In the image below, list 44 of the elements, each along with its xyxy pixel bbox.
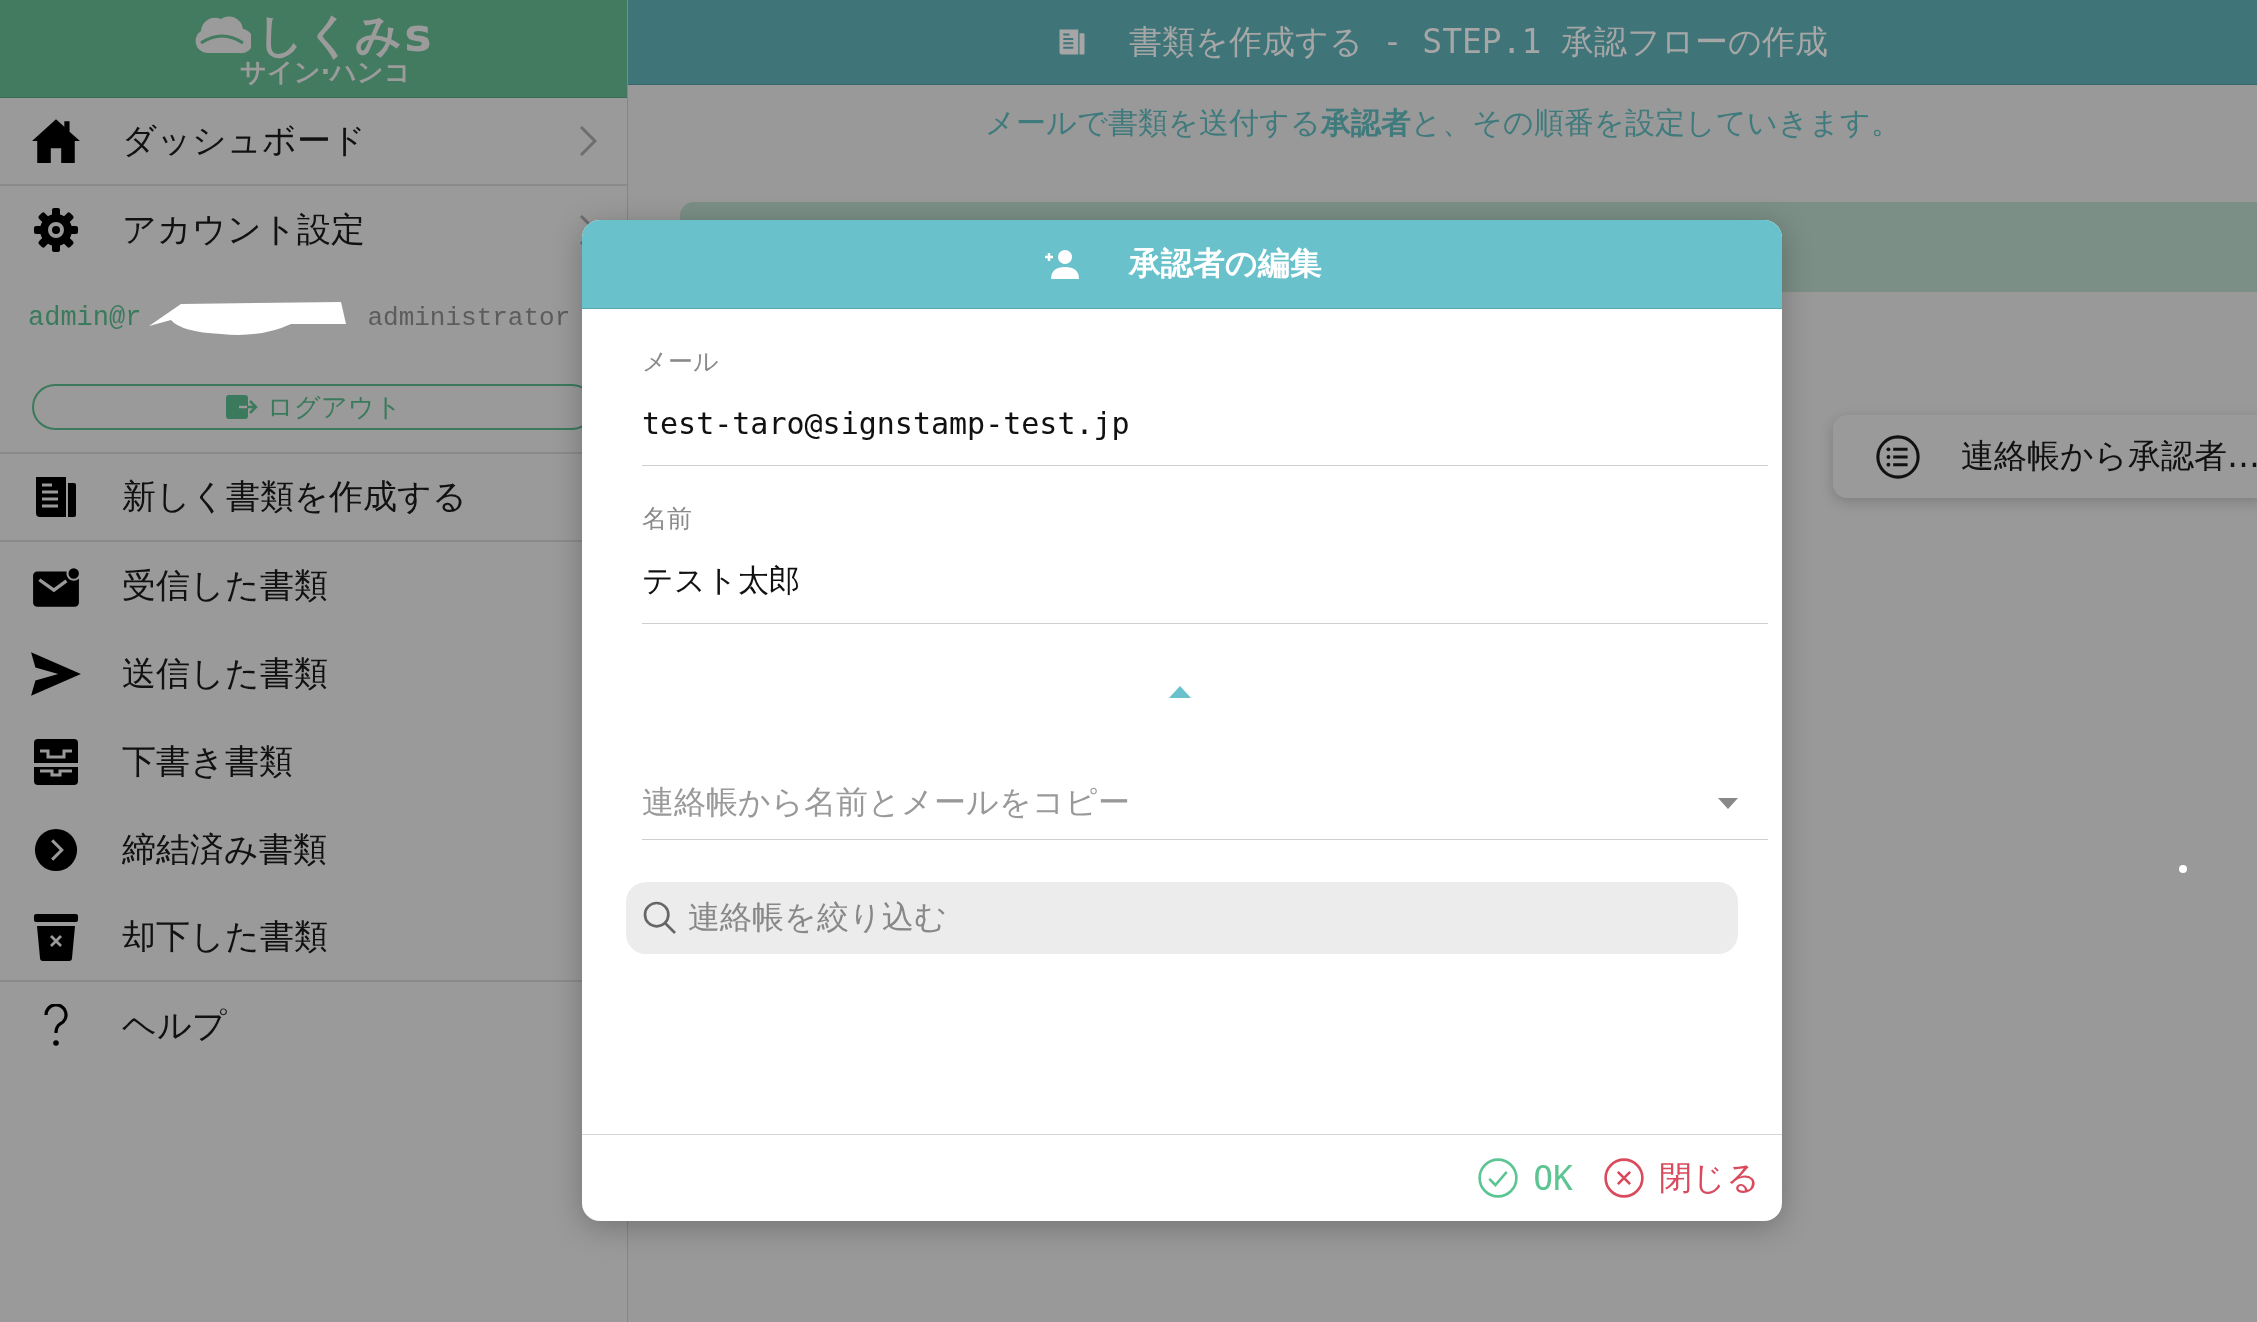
menu-label: 送信した書類 xyxy=(122,652,329,695)
send-icon xyxy=(30,651,82,697)
menu-label: アカウント設定 xyxy=(122,208,366,251)
user-role: administrator xyxy=(367,303,571,333)
menu-item[interactable]: 締結済み書類 xyxy=(0,806,627,894)
menu-label: 締結済み書類 xyxy=(122,828,328,871)
menu-label: ダッシュボード xyxy=(122,119,367,162)
menu-label: 下書き書類 xyxy=(122,740,294,783)
menu-item[interactable]: 送信した書類 xyxy=(0,630,627,718)
help-icon xyxy=(41,1004,71,1048)
close-button[interactable]: 閉じる xyxy=(1603,1155,1760,1201)
indicator-dot xyxy=(2179,865,2187,873)
menu-item[interactable]: ヘルプ xyxy=(0,982,627,1070)
dialog-title: 承認者の編集 xyxy=(1128,243,1322,284)
add-user-icon xyxy=(1042,249,1079,279)
home-icon xyxy=(31,117,81,165)
input-field[interactable]: テスト太郎 xyxy=(642,563,1768,599)
inbox-tray-icon xyxy=(32,737,80,787)
logo-title: しくみs xyxy=(257,11,434,58)
field-label: メール xyxy=(642,346,720,378)
menu-label: ヘルプ xyxy=(122,1004,228,1047)
logout-icon xyxy=(225,394,259,420)
list-icon xyxy=(1875,433,1921,480)
caret-down-icon xyxy=(1718,797,1738,809)
collapse-toggle[interactable] xyxy=(1169,686,1191,701)
menu-label: 却下した書類 xyxy=(122,915,329,958)
contact-book-button[interactable]: 連絡帳から承認者… xyxy=(1833,415,2257,498)
input-field[interactable]: test-taro@signstamp-test.jp xyxy=(642,406,1768,441)
menu-label: 新しく書類を作成する xyxy=(122,475,468,518)
menu-item[interactable]: 受信した書類 xyxy=(0,542,627,630)
page-subtitle: メールで書類を送付する承認者と、その順番を設定していきます。 xyxy=(983,104,1902,142)
page-title: 書類を作成する - STEP.1 承認フローの作成 xyxy=(1128,20,1829,63)
trash-icon xyxy=(32,912,80,962)
menu-item[interactable]: ダッシュボード xyxy=(0,98,627,186)
check-circle-icon xyxy=(1477,1157,1520,1199)
user-email: admin@r xyxy=(28,303,142,333)
settings-icon xyxy=(32,206,80,254)
menu-label: 受信した書類 xyxy=(122,564,329,607)
menu-item[interactable]: 下書き書類 xyxy=(0,718,627,806)
field-label: 名前 xyxy=(642,503,693,535)
mail-icon xyxy=(31,565,81,607)
chevron-circle-icon xyxy=(33,827,79,873)
caret-up-icon xyxy=(1169,686,1191,698)
close-circle-icon xyxy=(1603,1157,1645,1199)
